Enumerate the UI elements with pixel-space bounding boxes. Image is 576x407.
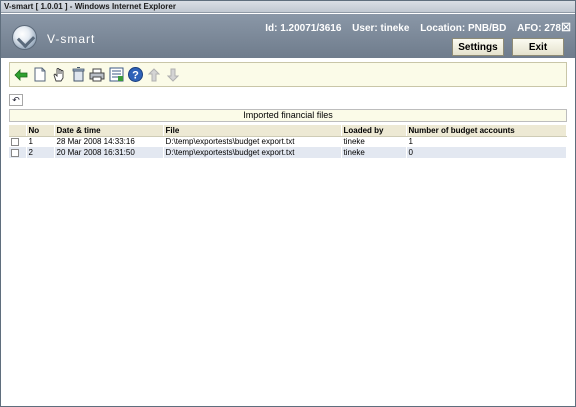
- row-loaded-by: tineke: [341, 136, 407, 147]
- row-checkbox-cell: [9, 147, 27, 158]
- column-loaded-by[interactable]: Loaded by: [341, 125, 407, 137]
- session-afo: AFO: 278: [517, 23, 561, 34]
- toolbar: ?: [9, 62, 567, 87]
- row-file: D:\temp\exportests\budget export.txt: [163, 147, 342, 158]
- print-icon[interactable]: [89, 67, 105, 83]
- table-row[interactable]: 2 20 Mar 2008 16:31:50 D:\temp\exportest…: [9, 147, 567, 158]
- session-info: Id: 1.20071/3616 User: tineke Location: …: [257, 23, 561, 34]
- settings-button[interactable]: Settings: [452, 38, 504, 56]
- undo-icon[interactable]: ↶: [9, 94, 23, 106]
- column-file[interactable]: File: [163, 125, 342, 137]
- row-file: D:\temp\exportests\budget export.txt: [163, 136, 342, 147]
- delete-trash-icon[interactable]: [70, 67, 86, 83]
- browser-window: V-smart [ 1.0.01 ] - Windows Internet Ex…: [0, 0, 576, 407]
- session-user: User: tineke: [352, 23, 410, 34]
- session-location: Location: PNB/BD: [420, 23, 507, 34]
- help-icon[interactable]: ?: [127, 67, 143, 83]
- column-select: [9, 125, 27, 137]
- back-arrow-icon[interactable]: [13, 67, 29, 83]
- column-date-time[interactable]: Date & time: [54, 125, 164, 137]
- row-date: 20 Mar 2008 16:31:50: [54, 147, 164, 158]
- table-header-row: No Date & time File Loaded by Number of …: [9, 125, 567, 137]
- app-header: V-smart Id: 1.20071/3616 User: tineke Lo…: [1, 14, 575, 58]
- logo-text: V-smart: [47, 32, 96, 46]
- v-smart-logo-icon: [12, 25, 37, 50]
- move-up-icon[interactable]: [146, 67, 162, 83]
- session-id: Id: 1.20071/3616: [265, 23, 342, 34]
- row-checkbox-cell: [9, 136, 27, 147]
- row-no: 1: [26, 136, 55, 147]
- table-row[interactable]: 1 28 Mar 2008 14:33:16 D:\temp\exportest…: [9, 136, 567, 147]
- new-document-icon[interactable]: [32, 67, 48, 83]
- section-caption: Imported financial files: [9, 109, 567, 122]
- select-hand-icon[interactable]: [51, 67, 67, 83]
- window-title: V-smart [ 1.0.01 ] - Windows Internet Ex…: [4, 2, 176, 11]
- row-budget-count: 1: [406, 136, 567, 147]
- close-icon[interactable]: ☒: [561, 21, 571, 34]
- row-loaded-by: tineke: [341, 147, 407, 158]
- row-budget-count: 0: [406, 147, 567, 158]
- row-checkbox[interactable]: [11, 138, 19, 147]
- move-down-icon[interactable]: [165, 67, 181, 83]
- row-checkbox[interactable]: [11, 148, 19, 157]
- financial-files-table: No Date & time File Loaded by Number of …: [9, 125, 567, 158]
- column-budget-accounts[interactable]: Number of budget accounts: [406, 125, 567, 137]
- exit-button[interactable]: Exit: [512, 38, 564, 56]
- list-settings-icon[interactable]: [108, 67, 124, 83]
- row-date: 28 Mar 2008 14:33:16: [54, 136, 164, 147]
- svg-text:?: ?: [132, 70, 139, 82]
- column-no[interactable]: No: [26, 125, 55, 137]
- window-titlebar: V-smart [ 1.0.01 ] - Windows Internet Ex…: [1, 1, 575, 13]
- row-no: 2: [26, 147, 55, 158]
